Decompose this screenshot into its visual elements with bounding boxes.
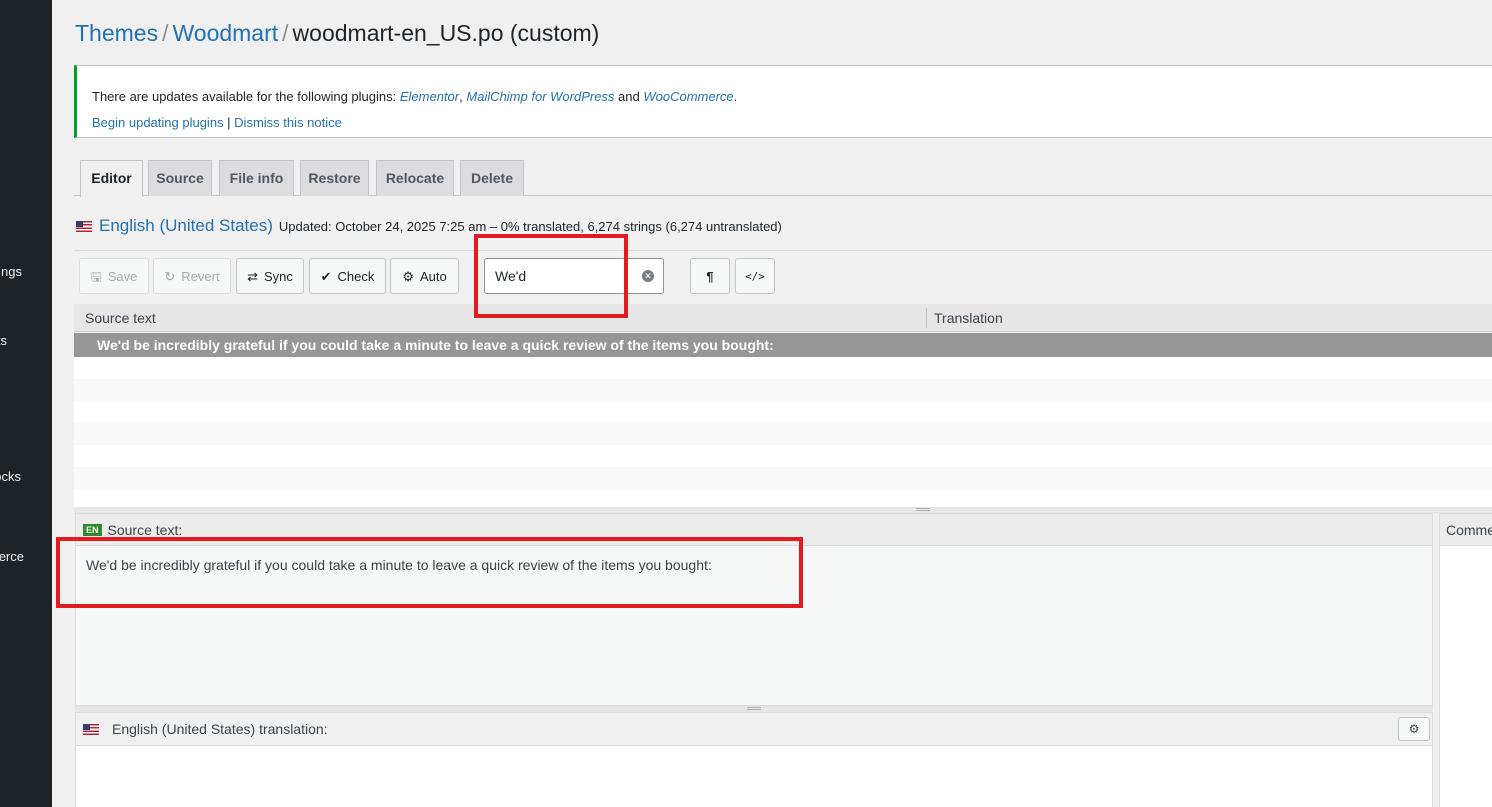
translation-pane-label: English (United States) translation: (112, 721, 328, 737)
plugin-link-elementor[interactable]: Elementor (400, 89, 459, 104)
admin-sidebar: ngs ts ocks erce (0, 0, 52, 807)
translation-status-text: Updated: October 24, 2025 7:25 am – 0% t… (278, 218, 782, 234)
sidebar-item-settings[interactable]: ngs (1, 264, 22, 279)
clear-search-icon[interactable]: ✕ (642, 270, 654, 282)
auto-translate-button[interactable]: ⚙ Auto (390, 258, 459, 294)
robot-icon: ⚙ (402, 268, 414, 284)
plugin-link-mailchimp[interactable]: MailChimp for WordPress (466, 89, 614, 104)
code-icon: </> (745, 269, 765, 283)
comments-pane-label: Comme (1446, 521, 1492, 538)
sync-button[interactable]: ⇄ Sync (236, 258, 304, 294)
grip-icon (747, 707, 761, 710)
translation-pane-header: English (United States) translation: ⚙ (76, 713, 1432, 746)
pilcrow-icon: ¶ (706, 268, 714, 284)
notice-and: and (614, 89, 644, 104)
table-row-empty (74, 445, 1492, 467)
us-flag-icon (83, 723, 99, 735)
notice-text: There are updates available for the foll… (92, 89, 400, 104)
filter-search-input[interactable]: We'd (484, 258, 664, 294)
revert-label: Revert (181, 268, 220, 284)
check-label: Check (337, 268, 375, 284)
sync-icon: ⇄ (247, 268, 258, 284)
toggle-code-view-button[interactable]: </> (735, 258, 775, 294)
en-language-badge: EN (83, 523, 102, 536)
page-title: woodmart-en_US.po (custom) (292, 20, 600, 46)
breadcrumb: Themes / Woodmart / woodmart-en_US.po (custo… (75, 20, 599, 47)
source-text-content: We'd be incredibly grateful if you could… (86, 557, 712, 573)
strings-grid-header: Source text Translation (74, 304, 1492, 332)
tab-restore[interactable]: Restore (300, 160, 369, 196)
table-row-empty (74, 401, 1492, 423)
breadcrumb-separator: / (162, 20, 169, 46)
strings-grid: We'd be incredibly grateful if you could… (74, 333, 1492, 507)
sync-label: Sync (264, 268, 293, 284)
us-flag-icon (76, 220, 92, 232)
tab-editor[interactable]: Editor (80, 160, 143, 197)
comments-pane: Comme (1439, 513, 1492, 807)
dismiss-notice-link[interactable]: Dismiss this notice (234, 115, 342, 130)
sidebar-item-blocks[interactable]: ocks (0, 469, 21, 484)
column-divider[interactable] (926, 308, 927, 328)
breadcrumb-separator: / (282, 20, 289, 46)
table-row-empty (74, 379, 1492, 401)
checkmark-icon: ✔ (320, 268, 332, 284)
column-header-source[interactable]: Source text (85, 310, 156, 326)
save-label: Save (107, 268, 138, 284)
breadcrumb-woodmart-link[interactable]: Woodmart (172, 20, 278, 46)
grip-icon (916, 508, 930, 511)
column-header-translation[interactable]: Translation (934, 310, 1003, 326)
sidebar-item-ts[interactable]: ts (0, 333, 7, 348)
source-pane-header: EN Source text: (76, 514, 1432, 546)
notice-period: . (733, 89, 738, 104)
language-status-line: English (United States) Updated: October… (76, 216, 782, 236)
breadcrumb-themes-link[interactable]: Themes (75, 20, 158, 46)
tab-relocate[interactable]: Relocate (376, 160, 454, 196)
auto-translate-string-button[interactable]: ⚙ (1398, 717, 1430, 741)
source-text-pane: EN Source text: We'd be incredibly grate… (75, 513, 1433, 706)
auto-label: Auto (419, 268, 447, 284)
robot-icon: ⚙ (1408, 722, 1420, 736)
sidebar-item-woocommerce[interactable]: erce (0, 549, 24, 564)
floppy-disk-icon: 🖫 (90, 268, 102, 284)
notice-message: There are updates available for the foll… (92, 84, 1492, 110)
revert-icon: ↻ (164, 268, 176, 284)
editor-toolbar: 🖫 Save ↻ Revert ⇄ Sync ✔ Check ⚙ Auto We'd ✕ … (74, 250, 1492, 302)
revert-button[interactable]: ↻ Revert (153, 258, 231, 294)
begin-updating-plugins-link[interactable]: Begin updating plugins (92, 115, 224, 130)
check-button[interactable]: ✔ Check (309, 258, 386, 294)
translation-pane: English (United States) translation: ⚙ (75, 712, 1433, 807)
table-row-empty (74, 467, 1492, 489)
editor-tabs: Editor Source File info Restore Relocate… (74, 160, 1492, 197)
notice-actions: Begin updating plugins | Dismiss this no… (92, 110, 1492, 136)
source-pane-label: Source text: (107, 521, 183, 538)
tab-source[interactable]: Source (148, 160, 212, 196)
plugin-update-notice: There are updates available for the foll… (74, 65, 1492, 138)
tab-file-info[interactable]: File info (219, 160, 294, 196)
language-link[interactable]: English (United States) (99, 216, 273, 236)
toggle-invisibles-button[interactable]: ¶ (690, 258, 730, 294)
notice-pipe: | (223, 115, 235, 130)
save-button[interactable]: 🖫 Save (79, 258, 149, 294)
table-row-selected[interactable]: We'd be incredibly grateful if you could… (74, 333, 1492, 357)
table-row-empty (74, 357, 1492, 379)
tab-delete[interactable]: Delete (460, 160, 524, 196)
table-row-empty (74, 423, 1492, 445)
comments-pane-header: Comme (1440, 514, 1492, 546)
plugin-link-woocommerce[interactable]: WooCommerce (643, 89, 733, 104)
